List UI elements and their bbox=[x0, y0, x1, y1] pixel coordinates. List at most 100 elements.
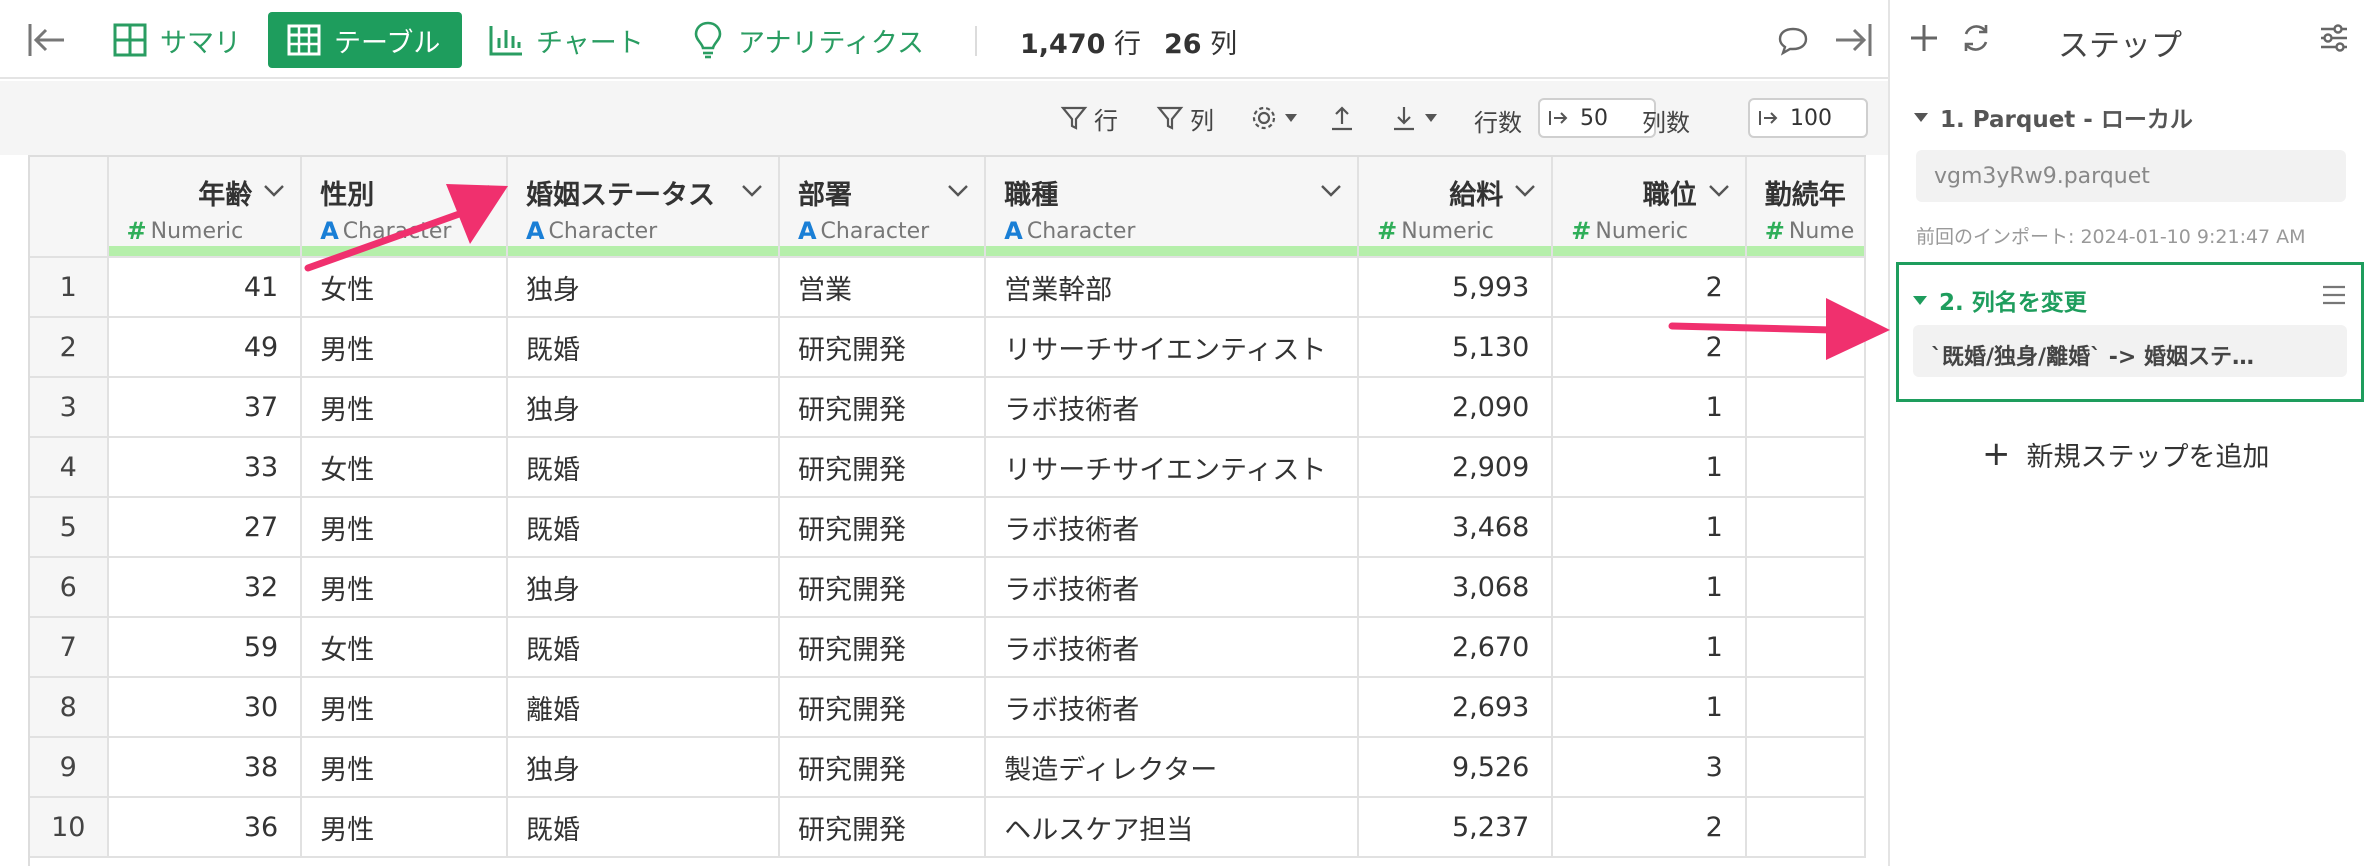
table-cell[interactable] bbox=[1745, 557, 1866, 618]
table-cell[interactable]: 59 bbox=[107, 617, 303, 678]
table-cell[interactable]: 2 bbox=[1552, 797, 1747, 858]
collapse-triangle-icon[interactable] bbox=[1914, 112, 1928, 122]
sliders-icon[interactable] bbox=[2318, 22, 2350, 58]
column-header[interactable]: 婚姻ステータス A Character bbox=[506, 157, 780, 258]
column-header[interactable]: 職位 # Numeric bbox=[1552, 157, 1747, 258]
chevron-down-icon[interactable] bbox=[1707, 183, 1731, 199]
table-cell[interactable]: 男性 bbox=[301, 497, 508, 558]
table-cell[interactable]: 2,693 bbox=[1358, 677, 1554, 738]
table-cell[interactable]: 41 bbox=[107, 257, 303, 318]
table-cell[interactable]: 5,993 bbox=[1358, 257, 1554, 318]
table-cell[interactable]: 研究開発 bbox=[778, 737, 987, 798]
comment-icon[interactable] bbox=[1772, 20, 1814, 62]
table-cell[interactable]: 3,068 bbox=[1358, 557, 1554, 618]
table-cell[interactable]: 1 bbox=[1552, 377, 1747, 438]
column-header[interactable]: 勤続年 # Nume bbox=[1745, 157, 1866, 258]
table-cell[interactable]: ラボ技術者 bbox=[985, 557, 1360, 618]
table-cell[interactable]: 男性 bbox=[301, 677, 508, 738]
table-cell[interactable]: 33 bbox=[107, 437, 303, 498]
collapse-left-icon[interactable] bbox=[24, 16, 72, 64]
table-cell[interactable]: 研究開発 bbox=[778, 377, 987, 438]
table-cell[interactable]: 3 bbox=[1552, 737, 1747, 798]
table-cell[interactable]: 研究開発 bbox=[778, 557, 987, 618]
table-cell[interactable]: 研究開発 bbox=[778, 797, 987, 858]
table-cell[interactable]: 既婚 bbox=[506, 497, 780, 558]
table-cell[interactable]: 3,468 bbox=[1358, 497, 1554, 558]
table-cell[interactable]: 女性 bbox=[301, 617, 508, 678]
add-icon[interactable] bbox=[1906, 20, 1942, 60]
table-cell[interactable] bbox=[1745, 797, 1866, 858]
table-cell[interactable]: ラボ技術者 bbox=[985, 617, 1360, 678]
table-cell[interactable]: 2 bbox=[1552, 317, 1747, 378]
table-cell[interactable]: ラボ技術者 bbox=[985, 677, 1360, 738]
tab-summary[interactable]: サマリ bbox=[94, 12, 257, 68]
table-cell[interactable]: 1 bbox=[1552, 437, 1747, 498]
table-cell[interactable]: 1 bbox=[1552, 497, 1747, 558]
cols-limit-input[interactable]: 100 bbox=[1748, 98, 1868, 138]
table-cell[interactable]: リサーチサイエンティスト bbox=[985, 437, 1360, 498]
table-cell[interactable]: 2 bbox=[1552, 257, 1747, 318]
download-button[interactable] bbox=[1390, 99, 1444, 137]
step-1-detail[interactable]: vgm3yRw9.parquet bbox=[1916, 150, 2346, 202]
table-cell[interactable]: 1 bbox=[1552, 617, 1747, 678]
table-cell[interactable]: 5,237 bbox=[1358, 797, 1554, 858]
table-cell[interactable]: 研究開発 bbox=[778, 617, 987, 678]
chevron-down-icon[interactable] bbox=[740, 183, 764, 199]
table-cell[interactable]: 男性 bbox=[301, 797, 508, 858]
table-cell[interactable]: 既婚 bbox=[506, 797, 780, 858]
column-header[interactable]: 性別 A Character bbox=[301, 157, 508, 258]
column-header[interactable]: 給料 # Numeric bbox=[1358, 157, 1554, 258]
refresh-icon[interactable] bbox=[1958, 20, 1994, 60]
table-cell[interactable]: 男性 bbox=[301, 317, 508, 378]
table-cell[interactable] bbox=[1745, 737, 1866, 798]
table-cell[interactable]: 男性 bbox=[301, 737, 508, 798]
column-header[interactable]: 年齢 # Numeric bbox=[107, 157, 303, 258]
step-2-detail[interactable]: `既婚/独身/離婚` -> 婚姻ステ… bbox=[1913, 325, 2347, 377]
table-cell[interactable]: 研究開発 bbox=[778, 497, 987, 558]
table-cell[interactable]: 営業幹部 bbox=[985, 257, 1360, 318]
table-cell[interactable] bbox=[1745, 257, 1866, 318]
table-cell[interactable]: 研究開発 bbox=[778, 437, 987, 498]
step-2-header[interactable]: 2. 列名を変更 bbox=[1913, 283, 2087, 317]
tab-chart[interactable]: チャート bbox=[470, 12, 660, 68]
chevron-down-icon[interactable] bbox=[468, 183, 492, 199]
hamburger-menu-icon[interactable] bbox=[2321, 283, 2347, 311]
table-cell[interactable]: 男性 bbox=[301, 557, 508, 618]
table-cell[interactable]: 2,909 bbox=[1358, 437, 1554, 498]
tab-analytics[interactable]: アナリティクス bbox=[672, 12, 940, 68]
table-cell[interactable]: 女性 bbox=[301, 437, 508, 498]
rows-limit-input[interactable]: 50 bbox=[1538, 98, 1656, 138]
table-cell[interactable] bbox=[1745, 617, 1866, 678]
expand-right-icon[interactable] bbox=[1828, 16, 1876, 64]
table-settings-button[interactable] bbox=[1250, 99, 1304, 137]
table-cell[interactable]: 研究開発 bbox=[778, 317, 987, 378]
add-step-button[interactable]: + 新規ステップを追加 bbox=[1982, 434, 2270, 474]
step-1-header[interactable]: 1. Parquet - ローカル bbox=[1914, 100, 2193, 134]
table-cell[interactable]: ラボ技術者 bbox=[985, 497, 1360, 558]
table-cell[interactable]: 既婚 bbox=[506, 317, 780, 378]
table-cell[interactable]: 既婚 bbox=[506, 617, 780, 678]
table-cell[interactable]: ヘルスケア担当 bbox=[985, 797, 1360, 858]
table-cell[interactable]: 離婚 bbox=[506, 677, 780, 738]
chevron-down-icon[interactable] bbox=[946, 183, 970, 199]
table-cell[interactable]: 製造ディレクター bbox=[985, 737, 1360, 798]
table-cell[interactable]: 5,130 bbox=[1358, 317, 1554, 378]
step-2-card[interactable]: 2. 列名を変更 `既婚/独身/離婚` -> 婚姻ステ… bbox=[1896, 262, 2364, 402]
collapse-triangle-icon[interactable] bbox=[1913, 295, 1927, 305]
table-cell[interactable]: 1 bbox=[1552, 557, 1747, 618]
table-cell[interactable]: 37 bbox=[107, 377, 303, 438]
table-cell[interactable]: 30 bbox=[107, 677, 303, 738]
table-cell[interactable]: リサーチサイエンティスト bbox=[985, 317, 1360, 378]
column-header[interactable]: 部署 A Character bbox=[778, 157, 987, 258]
tab-table[interactable]: テーブル bbox=[268, 12, 462, 68]
table-cell[interactable]: 32 bbox=[107, 557, 303, 618]
table-cell[interactable]: 既婚 bbox=[506, 437, 780, 498]
table-cell[interactable]: 独身 bbox=[506, 377, 780, 438]
table-cell[interactable] bbox=[1745, 317, 1866, 378]
table-cell[interactable]: 独身 bbox=[506, 737, 780, 798]
column-filter-button[interactable]: 列 bbox=[1156, 99, 1214, 137]
table-cell[interactable]: 2,670 bbox=[1358, 617, 1554, 678]
table-cell[interactable] bbox=[1745, 677, 1866, 738]
table-cell[interactable]: 27 bbox=[107, 497, 303, 558]
table-cell[interactable]: 独身 bbox=[506, 557, 780, 618]
